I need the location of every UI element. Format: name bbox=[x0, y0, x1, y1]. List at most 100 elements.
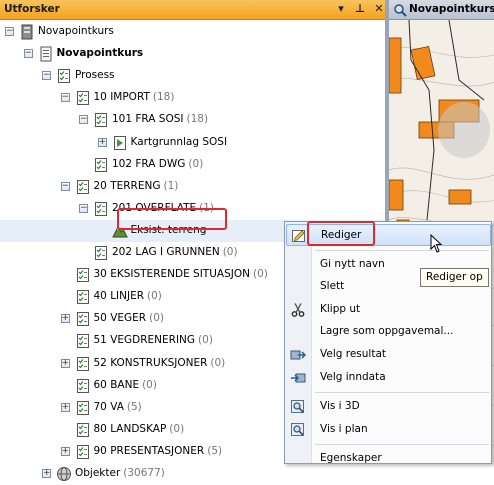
tree-item-label-wrap: 30 EKSISTERENDE SITUASJON (0) bbox=[94, 268, 268, 280]
menu-item-label: Vis i plan bbox=[320, 422, 368, 435]
menu-separator bbox=[315, 392, 489, 394]
select-result-icon bbox=[290, 347, 307, 363]
tree-item-count: (18) bbox=[152, 91, 175, 104]
globe-icon bbox=[56, 466, 72, 482]
selected-item-highlight bbox=[117, 208, 227, 230]
expand-icon[interactable]: + bbox=[60, 446, 70, 456]
menu-item[interactable]: Vis i 3D bbox=[286, 396, 491, 418]
tree-item[interactable]: − Novapointkurs bbox=[0, 43, 385, 65]
tree-item-count: (0) bbox=[222, 246, 238, 258]
tree-item-label: Prosess bbox=[75, 69, 115, 82]
expand-icon[interactable]: + bbox=[97, 137, 107, 147]
tree-item[interactable]: − 10 IMPORT (18) bbox=[0, 87, 385, 109]
tree-item[interactable]: 102 FRA DWG (0) bbox=[0, 154, 385, 176]
menu-item-label: Lagre som oppgavemal... bbox=[320, 325, 454, 338]
expand-icon[interactable]: + bbox=[60, 358, 70, 368]
expand-icon[interactable]: + bbox=[60, 314, 70, 324]
tree-item-label-wrap: 70 VA (5) bbox=[94, 401, 142, 413]
collapse-icon[interactable]: − bbox=[79, 115, 88, 125]
tree-item-label: 101 FRA SOSI bbox=[112, 113, 184, 126]
tree-item-count: (30677) bbox=[123, 467, 165, 479]
tree-item-label: 20 TERRENG bbox=[93, 179, 161, 192]
tree-item-label-wrap: 52 KONSTRUKSJONER (0) bbox=[94, 357, 226, 369]
pin-icon[interactable]: ⊥ bbox=[354, 2, 366, 15]
tree-item-label-wrap: 50 VEGER (0) bbox=[94, 312, 164, 324]
collapse-icon[interactable]: − bbox=[79, 203, 88, 213]
tree-item[interactable]: − 101 FRA SOSI (18) bbox=[0, 109, 385, 131]
menu-item[interactable]: Vis i plan bbox=[286, 419, 491, 441]
tree-item[interactable]: + Kartgrunnlag SOSI bbox=[0, 132, 385, 154]
tree-item-label-wrap: 90 PRESENTASJONER (5) bbox=[94, 445, 223, 457]
tree-item-label-wrap: 102 FRA DWG (0) bbox=[112, 158, 203, 170]
scissors-icon bbox=[290, 302, 306, 318]
collapse-icon[interactable]: − bbox=[60, 181, 70, 191]
tree-item-label-wrap: Kartgrunnlag SOSI bbox=[131, 136, 228, 148]
tooltip: Rediger op bbox=[420, 268, 489, 287]
tree-item-label: 90 PRESENTASJONER bbox=[93, 444, 205, 457]
collapse-icon[interactable]: − bbox=[60, 93, 70, 103]
tree-item[interactable]: − Novapointkurs bbox=[0, 21, 385, 43]
tree-item-label-wrap: 101 FRA SOSI (18) bbox=[112, 113, 208, 125]
menu-item-label: Gi nytt navn bbox=[320, 257, 385, 270]
collapse-icon[interactable]: − bbox=[42, 71, 51, 81]
menu-item-label: Velg inndata bbox=[320, 370, 386, 383]
tree-item-count: (0) bbox=[169, 422, 185, 435]
tree-item-label-wrap: 40 LINJER (0) bbox=[94, 290, 162, 302]
menu-item[interactable]: Velg inndata bbox=[286, 367, 491, 389]
tree-item-label: 51 VEGDRENERING bbox=[93, 334, 196, 347]
map-data-icon bbox=[112, 135, 128, 151]
tree-item-label-wrap: 20 TERRENG (1) bbox=[94, 180, 179, 192]
tree-item-label: 10 IMPORT bbox=[93, 91, 150, 104]
tree-item-label: 202 LAG I GRUNNEN bbox=[112, 246, 220, 258]
tree-item[interactable]: − 20 TERRENG (1) bbox=[0, 176, 385, 198]
expand-icon[interactable]: + bbox=[60, 402, 70, 412]
menu-item[interactable]: Velg resultat bbox=[286, 344, 491, 366]
tree-item-label-wrap: 10 IMPORT (18) bbox=[94, 91, 175, 103]
mouse-cursor-icon bbox=[430, 234, 443, 253]
map-tab[interactable]: Novapointkurs bbox=[389, 0, 494, 20]
edit-icon bbox=[291, 228, 307, 244]
expand-icon[interactable]: + bbox=[42, 469, 51, 478]
checklist-icon bbox=[75, 179, 91, 195]
tree-item-label: Novapointkurs bbox=[38, 25, 114, 37]
menu-item[interactable]: Lagre som oppgavemal... bbox=[286, 321, 491, 343]
tree-item-label-wrap: Novapointkurs bbox=[57, 47, 144, 59]
tree-item-label-wrap: 60 BANE (0) bbox=[94, 379, 157, 391]
project-icon bbox=[38, 46, 54, 62]
menu-item-highlight bbox=[307, 221, 375, 246]
map-search-icon bbox=[393, 3, 407, 20]
menu-item[interactable]: Egenskaper bbox=[286, 448, 491, 470]
tree-item-label: Kartgrunnlag SOSI bbox=[130, 135, 228, 148]
tree-item-count: (5) bbox=[126, 400, 142, 413]
tree-item-label: 30 EKSISTERENDE SITUASJON bbox=[93, 268, 250, 281]
tree-item-count: (0) bbox=[252, 268, 268, 281]
checklist-icon bbox=[75, 444, 91, 460]
checklist-icon bbox=[75, 333, 91, 349]
tree-item[interactable]: − Prosess bbox=[0, 65, 385, 87]
dropdown-icon[interactable]: ▾ bbox=[335, 2, 347, 15]
checklist-icon bbox=[75, 267, 91, 283]
tree-item-label: 52 KONSTRUKSJONER bbox=[93, 356, 208, 369]
menu-item-label: Egenskaper bbox=[320, 452, 382, 465]
map-tab-title: Novapointkurs bbox=[409, 3, 494, 15]
menu-item[interactable]: Klipp ut bbox=[286, 299, 491, 321]
view-plan-icon bbox=[290, 422, 306, 438]
collapse-icon[interactable]: − bbox=[5, 27, 14, 36]
collapse-icon[interactable]: − bbox=[23, 49, 33, 59]
checklist-icon bbox=[93, 112, 109, 128]
tree-item-label-wrap: Novapointkurs bbox=[38, 25, 114, 37]
tree-item-count: (5) bbox=[207, 444, 223, 457]
tree-item-label-wrap: 202 LAG I GRUNNEN (0) bbox=[112, 246, 238, 258]
menu-item-label: Klipp ut bbox=[320, 302, 361, 315]
checklist-icon bbox=[75, 311, 91, 327]
checklist-icon bbox=[93, 245, 109, 261]
checklist-icon bbox=[75, 400, 91, 416]
checklist-icon bbox=[93, 157, 109, 173]
close-icon[interactable]: ✕ bbox=[373, 2, 385, 15]
tree-item-label: 102 FRA DWG bbox=[112, 157, 186, 170]
database-icon bbox=[19, 24, 35, 40]
tree-item-label: 70 VA bbox=[93, 400, 124, 413]
menu-separator bbox=[315, 249, 489, 251]
checklist-icon bbox=[75, 378, 91, 394]
tree-item-count: (0) bbox=[198, 334, 213, 347]
